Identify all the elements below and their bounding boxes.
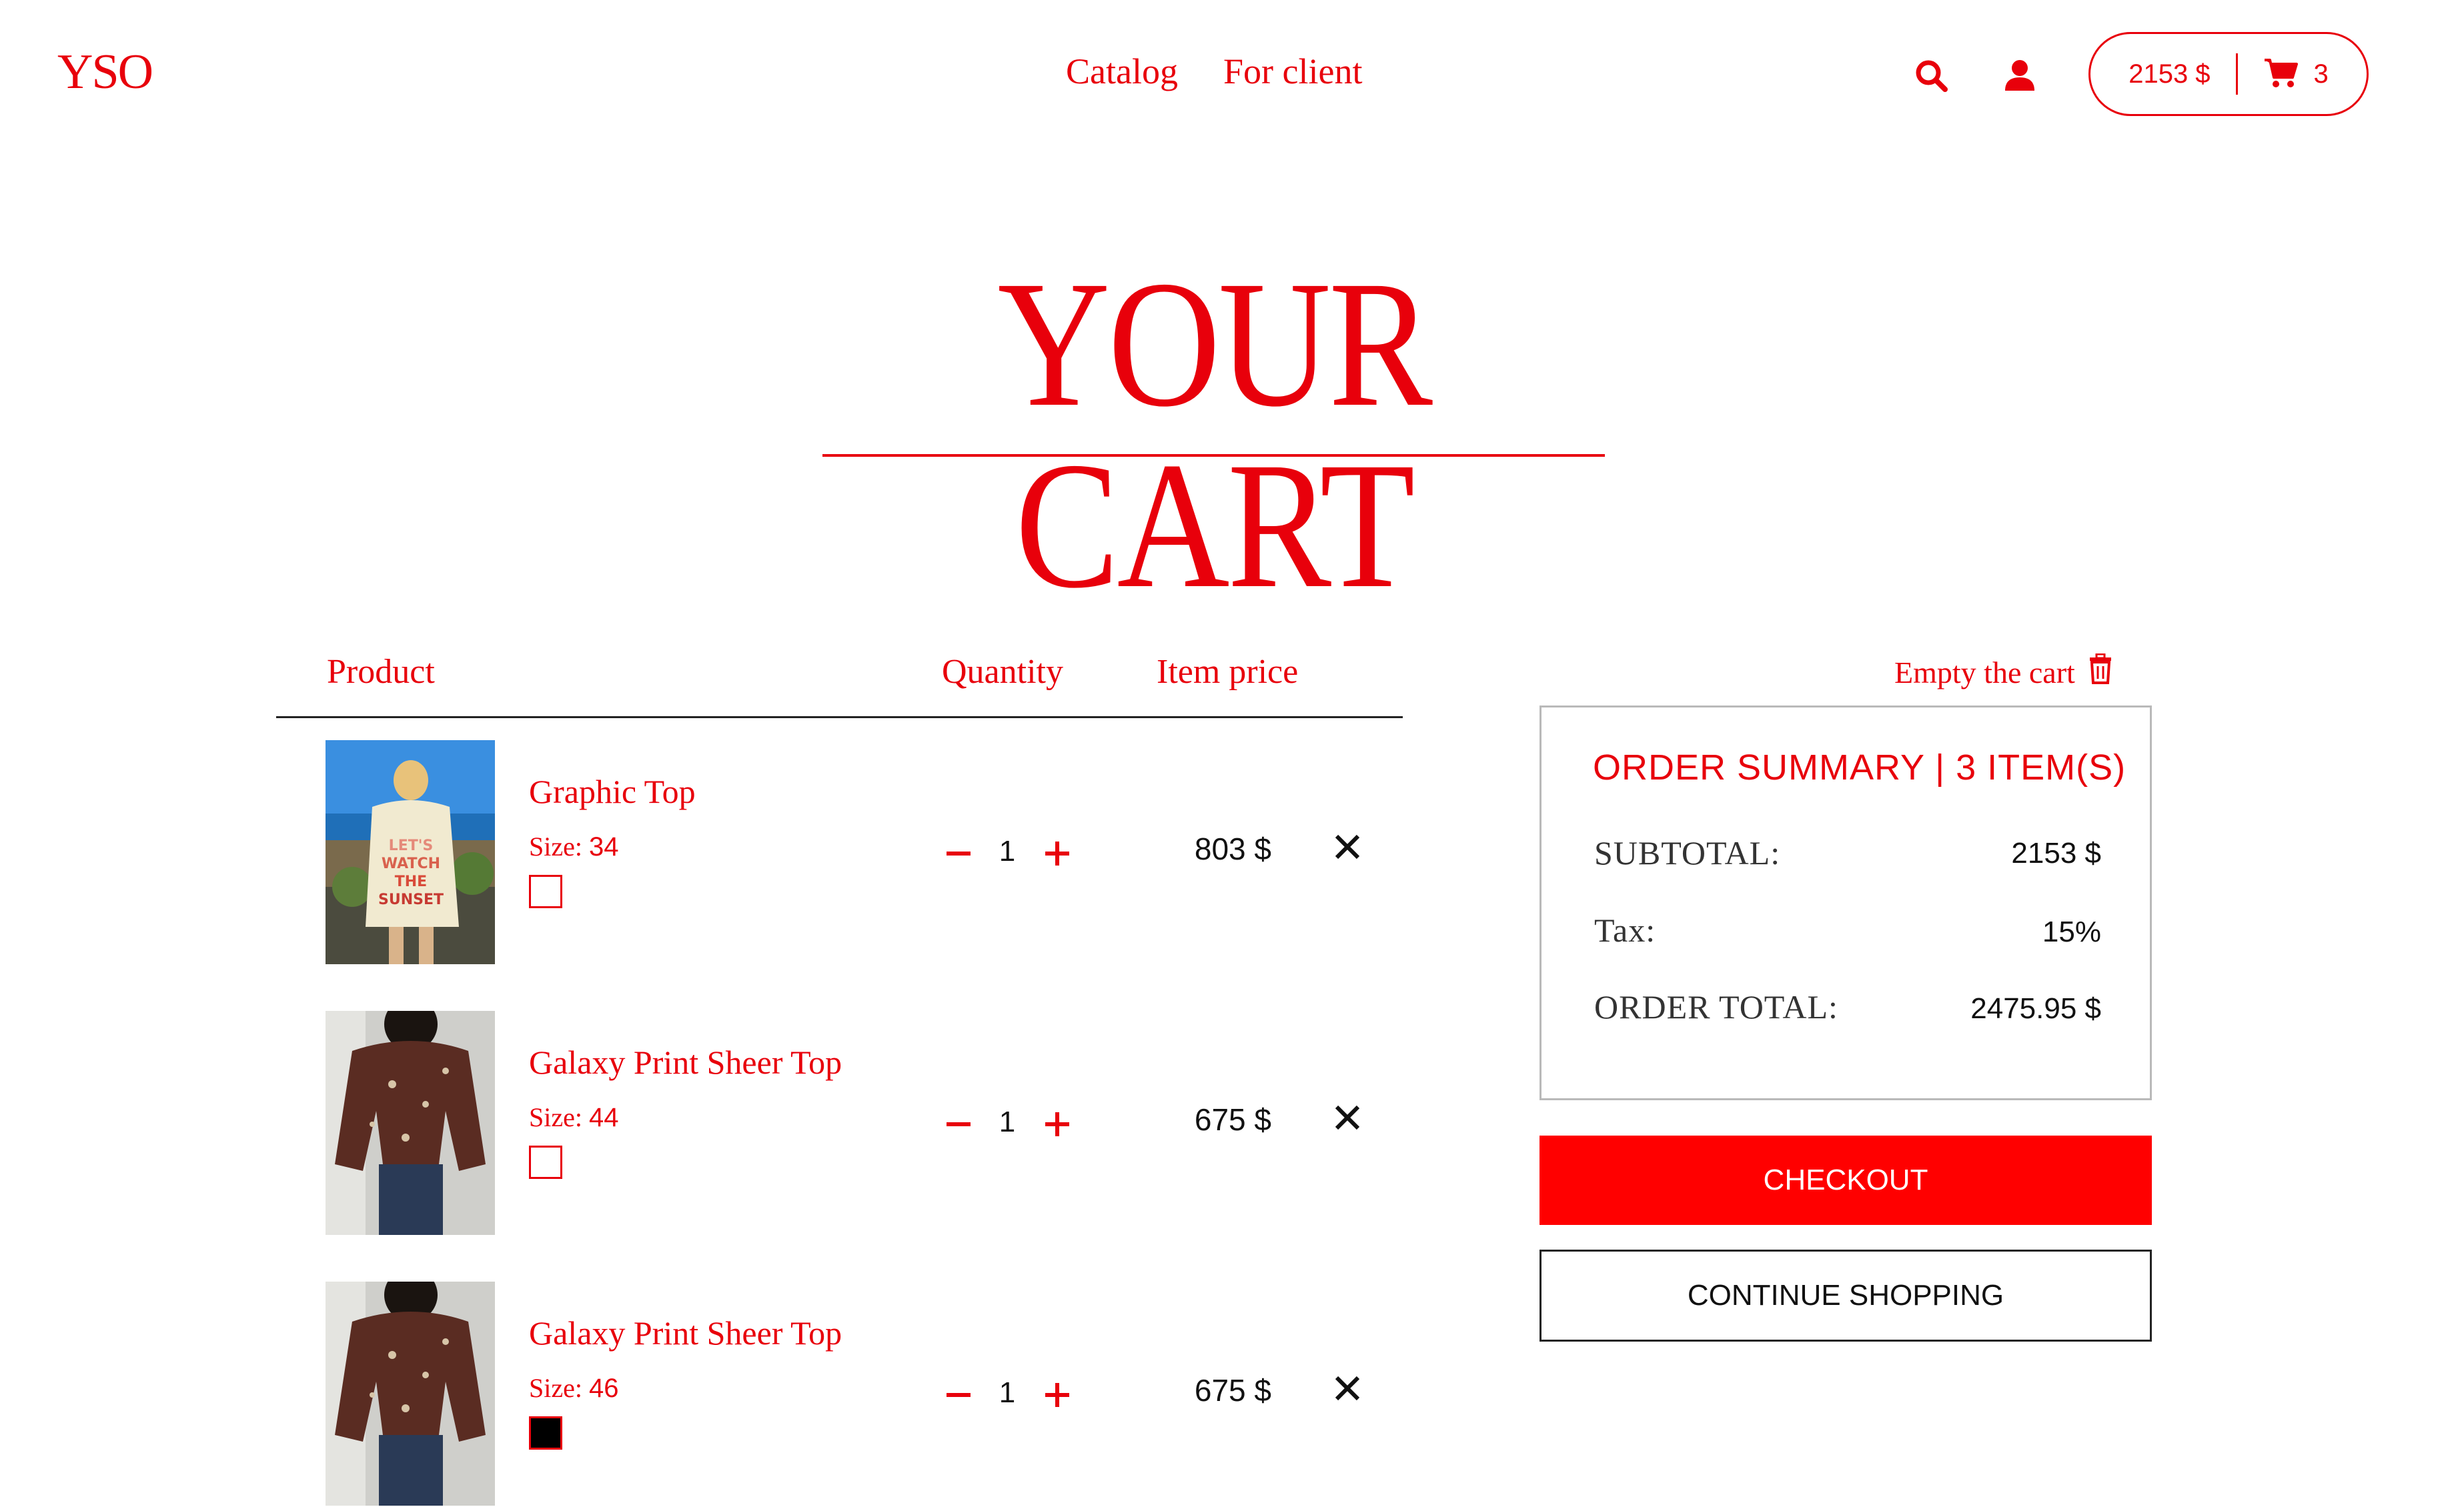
item-select-checkbox[interactable] (529, 1146, 562, 1179)
item-price: 803 $ (1194, 832, 1271, 866)
svg-text:LET'S: LET'S (389, 838, 434, 854)
product-image[interactable]: LET'S WATCH THE SUNSET (326, 740, 495, 964)
divider (2235, 53, 2238, 95)
minus-icon[interactable] (940, 1376, 977, 1414)
plus-icon[interactable] (1039, 1376, 1076, 1414)
order-total-label: ORDER TOTAL: (1594, 988, 1838, 1026)
subtotal-value: 2153 $ (2011, 837, 2101, 870)
trash-icon (2087, 653, 2114, 691)
product-image[interactable] (326, 1011, 495, 1235)
search-icon[interactable] (1912, 56, 1952, 96)
svg-text:THE: THE (395, 874, 427, 890)
tax-label: Tax: (1594, 912, 1656, 949)
svg-text:SUNSET: SUNSET (378, 892, 444, 908)
logo[interactable]: YSO (57, 44, 153, 101)
user-icon[interactable] (2000, 56, 2040, 96)
product-size: Size: 34 (529, 832, 619, 862)
item-select-checkbox[interactable] (529, 875, 562, 908)
column-header-item-price: Item price (1157, 653, 1299, 691)
empty-cart-button[interactable]: Empty the cart (1894, 653, 2114, 691)
cart-count: 3 (2313, 59, 2329, 89)
item-select-checkbox[interactable] (529, 1416, 562, 1450)
order-summary-title: ORDER SUMMARY | 3 ITEM(S) (1593, 747, 2126, 788)
nav-catalog[interactable]: Catalog (1066, 51, 1178, 92)
product-name[interactable]: Galaxy Print Sheer Top (529, 1043, 842, 1082)
quantity-value: 1 (999, 1106, 1016, 1138)
subtotal-label: SUBTOTAL: (1594, 834, 1781, 872)
column-header-product: Product (327, 653, 435, 691)
title-underline (822, 454, 1605, 457)
column-header-quantity: Quantity (942, 653, 1063, 691)
quantity-value: 1 (999, 835, 1016, 868)
table-divider (276, 716, 1403, 718)
plus-icon[interactable] (1039, 835, 1076, 872)
product-image[interactable] (326, 1282, 495, 1506)
item-price: 675 $ (1194, 1102, 1271, 1137)
product-name[interactable]: Galaxy Print Sheer Top (529, 1314, 842, 1352)
tax-value: 15% (2042, 916, 2101, 948)
empty-cart-label: Empty the cart (1894, 655, 2075, 689)
cart-icon (2263, 57, 2298, 91)
svg-text:WATCH: WATCH (382, 856, 440, 872)
cart-total: 2153 $ (2128, 59, 2211, 89)
minus-icon[interactable] (940, 1106, 977, 1143)
cart-summary-button[interactable]: 2153 $ 3 (2088, 32, 2369, 116)
continue-shopping-button[interactable]: CONTINUE SHOPPING (1539, 1250, 2152, 1342)
product-name[interactable]: Graphic Top (529, 772, 696, 811)
nav-for-client[interactable]: For client (1223, 51, 1362, 92)
item-price: 675 $ (1194, 1373, 1271, 1408)
page-title: YOUR CART (997, 243, 1432, 625)
plus-icon[interactable] (1039, 1106, 1076, 1143)
close-icon[interactable] (1333, 1374, 1362, 1403)
close-icon[interactable] (1333, 832, 1362, 862)
close-icon[interactable] (1333, 1103, 1362, 1132)
product-size: Size: 44 (529, 1102, 619, 1132)
checkout-button[interactable]: CHECKOUT (1539, 1136, 2152, 1225)
cart-count-group: 3 (2263, 57, 2329, 91)
product-size: Size: 46 (529, 1373, 619, 1403)
quantity-value: 1 (999, 1376, 1016, 1409)
order-total-value: 2475.95 $ (1970, 992, 2101, 1025)
minus-icon[interactable] (940, 835, 977, 872)
